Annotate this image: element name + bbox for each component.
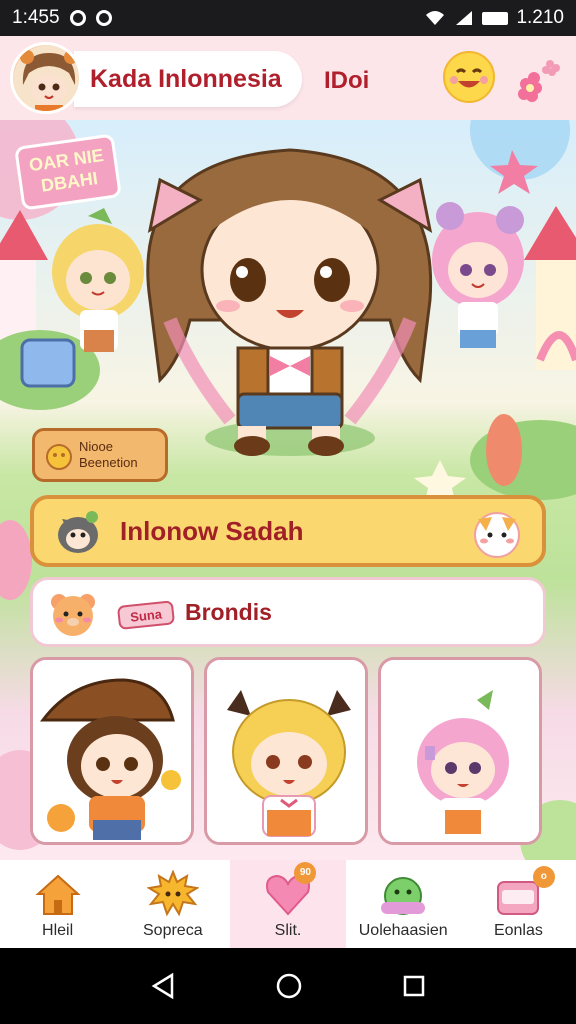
nav-label-home: Hleil bbox=[42, 922, 74, 939]
mini-button-line2: Beenetion bbox=[79, 455, 138, 470]
nav-badge-eonlas: o bbox=[532, 866, 555, 888]
nav-item-eonlas[interactable]: o Eonlas bbox=[461, 860, 576, 948]
signal-icon bbox=[456, 11, 473, 25]
header-badge: IDoi bbox=[324, 67, 370, 94]
nav-item-uolehaasien[interactable]: Uolehaasien bbox=[346, 860, 461, 948]
bottom-navigation: Hleil Sopreca 90 Slit. Uolehaasien o Eon… bbox=[0, 860, 576, 948]
cat-face-icon bbox=[474, 512, 520, 558]
primary-action-button[interactable]: Inlonow Sadah bbox=[30, 495, 546, 567]
system-navigation-bar bbox=[0, 948, 576, 1024]
mini-event-button[interactable]: Niooe Beenetion bbox=[32, 428, 168, 482]
back-icon[interactable] bbox=[150, 972, 176, 1000]
pink-hair-character bbox=[381, 660, 539, 842]
status-bar: 1:455 1.210 bbox=[0, 0, 576, 36]
character-card-2[interactable] bbox=[204, 657, 368, 845]
battery-icon bbox=[482, 11, 509, 25]
character-card-1[interactable] bbox=[30, 657, 194, 845]
home-icon bbox=[34, 874, 81, 915]
secondary-button-label: Brondis bbox=[185, 598, 272, 625]
green-monster-icon bbox=[381, 877, 426, 915]
battery-level: 1.210 bbox=[516, 7, 564, 28]
nav-label-slit: Slit. bbox=[274, 922, 302, 939]
app-title: Kada Inlonnesia bbox=[90, 64, 282, 93]
nav-item-sopreca[interactable]: Sopreca bbox=[115, 860, 230, 948]
smiley-icon[interactable] bbox=[442, 50, 496, 104]
blonde-character bbox=[207, 660, 365, 842]
home-circle-icon[interactable] bbox=[275, 972, 303, 1000]
bear-face-icon bbox=[51, 594, 95, 636]
sticker-badge: Suna bbox=[117, 600, 175, 630]
recents-icon[interactable] bbox=[402, 974, 426, 998]
paw-emblem-icon bbox=[46, 444, 72, 470]
pet-mascot-icon bbox=[58, 511, 98, 553]
app-title-pill[interactable]: Kada Inlonnesia bbox=[74, 51, 302, 107]
flowers-icon bbox=[518, 60, 560, 102]
brown-hat-character bbox=[33, 660, 191, 842]
app-header: Kada Inlonnesia IDoi bbox=[0, 36, 576, 120]
sun-creature-icon bbox=[146, 870, 199, 917]
mini-button-line1: Niooe bbox=[79, 439, 113, 454]
scene-sign-text: OAR NIE DBAHI bbox=[27, 144, 105, 196]
notification-icon bbox=[69, 10, 86, 26]
secondary-action-button[interactable]: Suna Brondis bbox=[30, 577, 546, 647]
nav-label-eonlas: Eonlas bbox=[493, 922, 543, 939]
status-time: 1:455 bbox=[12, 7, 60, 28]
wifi-icon bbox=[426, 11, 445, 25]
character-card-3[interactable] bbox=[378, 657, 542, 845]
notification-icon bbox=[95, 10, 112, 26]
nav-label-uolehaasien: Uolehaasien bbox=[358, 922, 448, 939]
nav-label-sopreca: Sopreca bbox=[143, 922, 203, 939]
profile-avatar[interactable] bbox=[10, 42, 82, 114]
primary-button-label: Inlonow Sadah bbox=[120, 515, 304, 546]
nav-item-slit[interactable]: 90 Slit. bbox=[230, 860, 346, 948]
nav-item-home[interactable]: Hleil bbox=[0, 860, 115, 948]
